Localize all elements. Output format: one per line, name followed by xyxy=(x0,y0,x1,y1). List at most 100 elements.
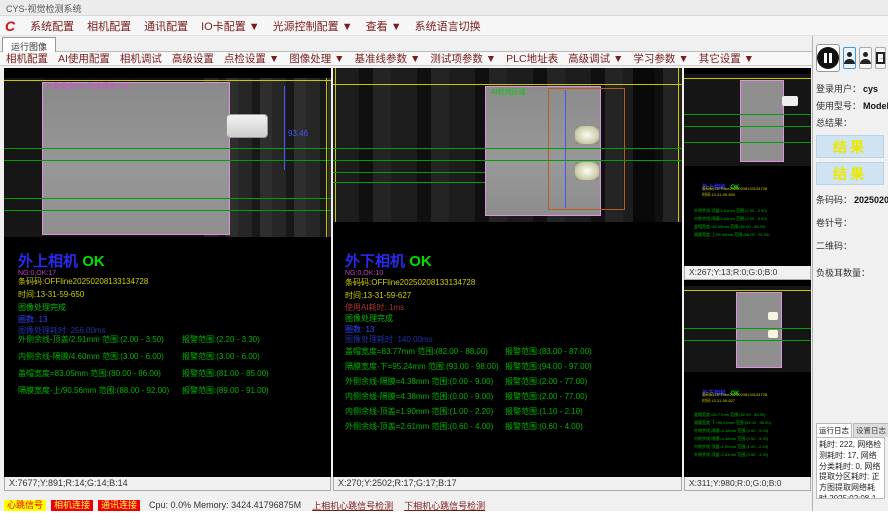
ai-time-text: 使用AI耗时: 1ms xyxy=(345,304,404,313)
camera-name: 外上相机 xyxy=(18,253,78,270)
window-title: CYS-视觉检测系统 xyxy=(0,0,888,16)
toolbar: 相机配置 AI使用配置 相机调试 高级设置 点检设置 ▼ 图像处理 ▼ 基准线参… xyxy=(0,52,888,66)
tool-ai-config[interactable]: AI使用配置 xyxy=(58,51,110,66)
overlay-line xyxy=(684,290,811,291)
tab-run-image[interactable]: 运行图像 xyxy=(2,37,56,52)
thumbnail-row: 外侧余线-顶盖/2.91mm 范围:(2.00 - 3.50) xyxy=(694,208,806,214)
pixel-coordinate-readout: X:270;Y:2502;R:17;G:17;B:17 xyxy=(333,477,682,491)
alarm-range: 报警范围:(89.00 - 91.00) xyxy=(182,385,269,396)
camera-title: 外下相机 OK xyxy=(345,254,432,271)
side-panel: 登录用户：cys 使用型号：Model1 总结果： 结果 结果 条码码：2025… xyxy=(812,36,888,511)
measurement-value: 内侧余线-隔膜/4.60mm 范围:(3.00 - 6.00) xyxy=(18,351,164,362)
menu-system-config[interactable]: 系统配置 xyxy=(30,18,74,34)
tool-baseline-params[interactable]: 基准线参数 ▼ xyxy=(355,51,421,66)
measurement-row: 隔膜宽度-上/90.56mm 范围:(88.00 - 92.00) 报警范围:(… xyxy=(4,385,331,402)
pin-number-label: 卷针号： xyxy=(816,216,885,229)
camera-canvas-upper[interactable]: 计算阈值:93, 动态阈值:100 93.46 外上相机 OK NG:0,OK:… xyxy=(4,68,331,477)
thumbnail-canvas-lower[interactable]: 外下相机 OK 条码码:OFFline20250208133134728 时间:… xyxy=(684,280,811,477)
status-bar: 心跳信号 相机连接 通讯连接 Cpu: 0.0% Memory: 3424.41… xyxy=(0,499,812,511)
tab-count-label: 负极耳数量： xyxy=(816,266,885,279)
overlay-line xyxy=(333,182,485,183)
alarm-range: 报警范围:(0.60 - 4.00) xyxy=(505,421,583,432)
threshold-label: 计算阈值:93, 动态阈值:100 xyxy=(46,83,129,91)
thumbnail-time: 时间:13-31-59-650 xyxy=(702,192,802,198)
user-button[interactable] xyxy=(843,47,856,69)
menu-comm-config[interactable]: 通讯配置 xyxy=(144,18,188,34)
roi-rectangle xyxy=(548,88,625,210)
camera-connection-badge: 相机连接 xyxy=(51,500,93,511)
tool-advanced-debug[interactable]: 高级调试 ▼ xyxy=(568,51,623,66)
overlay-line xyxy=(684,142,811,143)
camera-canvas-lower[interactable]: AI检测区域 外下相机 OK NG:0,OK:10 条码码:OFFline202… xyxy=(333,68,682,477)
log-text: 耗时: 222, 网络检测耗时: 17, 网络分类耗时: 0, 网络提取分区耗时… xyxy=(816,437,885,499)
login-user-value: cys xyxy=(863,84,878,94)
upper-camera-heartbeat-link[interactable]: 上相机心跳信号检测 xyxy=(312,499,393,512)
operator-button[interactable] xyxy=(859,47,872,69)
weld-highlight xyxy=(768,330,778,338)
bottom-strip xyxy=(0,511,888,522)
overlay-line xyxy=(4,210,331,211)
tool-advanced-settings[interactable]: 高级设置 xyxy=(172,51,214,66)
tool-test-params[interactable]: 测试项参数 ▼ xyxy=(430,51,496,66)
result-box-upper: 结果 xyxy=(816,135,884,158)
alarm-range: 报警范围:(3.00 - 6.00) xyxy=(182,351,260,362)
menu-io-config[interactable]: IO卡配置 ▼ xyxy=(201,18,260,34)
status-ok: OK xyxy=(82,253,105,270)
tool-other-settings[interactable]: 其它设置 ▼ xyxy=(699,51,754,66)
thumbnail-image xyxy=(684,286,811,372)
thumbnail-row: 内侧余线-隔膜/4.60mm 范围:(3.00 - 6.00) xyxy=(694,216,806,222)
comm-connection-badge: 通讯连接 xyxy=(98,500,140,511)
thumbnail-row: 外侧余线-隔膜=4.38mm 范围:(0.00 - 9.00) xyxy=(694,428,806,434)
tool-camera-debug[interactable]: 相机调试 xyxy=(120,51,162,66)
tool-spot-check[interactable]: 点检设置 ▼ xyxy=(224,51,279,66)
alarm-range: 报警范围:(83.00 - 87.00) xyxy=(505,346,592,357)
alarm-range: 报警范围:(2.00 - 77.00) xyxy=(505,391,587,402)
main-area: 计算阈值:93, 动态阈值:100 93.46 外上相机 OK NG:0,OK:… xyxy=(0,68,812,491)
control-button-row xyxy=(816,44,885,72)
tool-camera-config[interactable]: 相机配置 xyxy=(6,51,48,66)
model-label: 使用型号： xyxy=(816,101,861,111)
exit-button[interactable] xyxy=(875,47,886,69)
alarm-range: 报警范围:(81.00 - 85.00) xyxy=(182,368,269,379)
log-tab-run[interactable]: 运行日志 xyxy=(816,423,852,437)
tool-learning-params[interactable]: 学习参数 ▼ xyxy=(633,51,688,66)
log-tab-strip: 运行日志 设置日志 报警日志 xyxy=(816,423,885,437)
thumbnail-row: 外侧余线-顶盖=2.61mm 范围:(0.60 - 4.00) xyxy=(694,452,806,458)
weld-highlight xyxy=(575,162,599,180)
menu-camera-config[interactable]: 相机配置 xyxy=(87,18,131,34)
app-logo-icon: C xyxy=(5,19,15,33)
overlay-line xyxy=(684,78,811,79)
tool-plc-address[interactable]: PLC地址表 xyxy=(506,51,558,66)
blue-measure-value: 93.46 xyxy=(288,130,308,139)
processing-done-text: 图像处理完成 xyxy=(345,315,393,324)
log-tab-settings[interactable]: 设置日志 xyxy=(853,423,888,437)
menu-view[interactable]: 查看 ▼ xyxy=(366,18,402,34)
menu-light-config[interactable]: 光源控制配置 ▼ xyxy=(273,18,353,34)
pause-button[interactable] xyxy=(816,44,840,72)
menu-language-switch[interactable]: 系统语言切换 xyxy=(415,18,481,34)
thumbnail-image xyxy=(684,74,811,166)
user-icon xyxy=(860,52,871,64)
measurement-value: 隔膜宽度-下=95.24mm 范围:(93.00 - 98.00) xyxy=(345,361,499,372)
cpu-memory-readout: Cpu: 0.0% Memory: 3424.41796875M xyxy=(149,500,301,510)
ai-region-label: AI检测区域 xyxy=(491,89,526,97)
thumbnail-view-lower: 外下相机 OK 条码码:OFFline20250208133134728 时间:… xyxy=(684,280,811,491)
camera-image-lower: AI检测区域 xyxy=(333,68,682,222)
barcode-text: 条码码:OFFline20250208133134728 xyxy=(345,279,475,288)
barcode-value: 20250208 xyxy=(854,195,888,205)
camera-title: 外上相机 OK xyxy=(18,254,105,271)
user-icon xyxy=(844,52,855,64)
model-field: 使用型号：Model1 xyxy=(816,99,885,112)
thumbnail-row: 隔膜宽度-下=95.24mm 范围:(93.00 - 98.00) xyxy=(694,420,806,426)
tool-image-processing[interactable]: 图像处理 ▼ xyxy=(289,51,344,66)
menu-bar: C 系统配置 相机配置 通讯配置 IO卡配置 ▼ 光源控制配置 ▼ 查看 ▼ 系… xyxy=(0,16,888,36)
barcode-field: 条码码：20250208 xyxy=(816,193,885,206)
measurement-row: 内侧余线-顶盖=1.90mm 范围:(1.00 - 2.20) 报警范围:(1.… xyxy=(333,406,682,421)
lower-camera-heartbeat-link[interactable]: 下相机心跳信号检测 xyxy=(404,499,485,512)
connector-tab xyxy=(226,114,268,138)
thumbnail-canvas-upper[interactable]: 外上相机 OK 条码码:OFFline20250208133134728 时间:… xyxy=(684,68,811,266)
thumbnail-time: 时间:13-31-59-627 xyxy=(702,398,802,404)
turns-count: 圈数: 13 xyxy=(18,316,47,325)
overlay-line xyxy=(684,126,811,127)
ng-ok-counter: NG:0,OK:10 xyxy=(345,270,383,278)
